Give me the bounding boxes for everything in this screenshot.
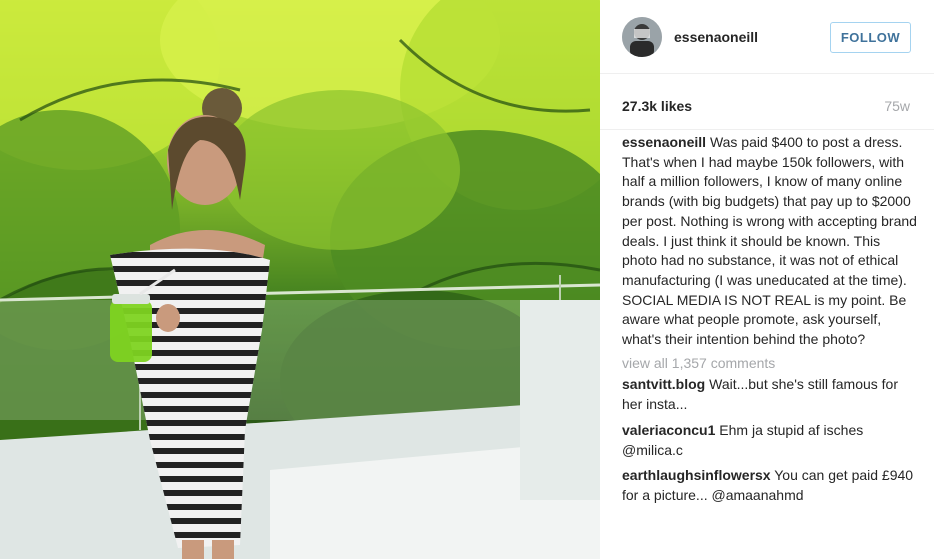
comment-username[interactable]: santvitt.blog bbox=[622, 376, 705, 392]
username-link[interactable]: essenaoneill bbox=[674, 29, 758, 45]
comment-item: valeriaconcu1 Ehm ja stupid af isches @m… bbox=[622, 421, 918, 460]
view-all-comments-link[interactable]: view all 1,357 comments bbox=[622, 354, 918, 374]
post-header: essenaoneill FOLLOW bbox=[600, 0, 934, 74]
post-age[interactable]: 75w bbox=[884, 98, 910, 114]
caption-text: Was paid $400 to post a dress. That's wh… bbox=[622, 134, 917, 348]
post-photo[interactable] bbox=[0, 0, 600, 559]
user-avatar-icon bbox=[622, 17, 662, 57]
follow-button[interactable]: FOLLOW bbox=[830, 22, 911, 53]
caption-username[interactable]: essenaoneill bbox=[622, 134, 706, 150]
likes-count[interactable]: 27.3k likes bbox=[622, 98, 692, 114]
comment-item: earthlaughsinflowersx You can get paid £… bbox=[622, 466, 918, 505]
likes-row: 27.3k likes 75w bbox=[600, 74, 934, 130]
comments-section: essenaoneill Was paid $400 to post a dre… bbox=[622, 133, 918, 512]
post-details-panel: essenaoneill FOLLOW 27.3k likes 75w esse… bbox=[600, 0, 934, 559]
post-photo-illustration bbox=[0, 0, 600, 559]
comment-item: santvitt.blog Wait...but she's still fam… bbox=[622, 375, 918, 414]
comment-username[interactable]: earthlaughsinflowersx bbox=[622, 467, 771, 483]
avatar[interactable] bbox=[622, 17, 662, 57]
caption: essenaoneill Was paid $400 to post a dre… bbox=[622, 133, 918, 350]
comment-username[interactable]: valeriaconcu1 bbox=[622, 422, 715, 438]
